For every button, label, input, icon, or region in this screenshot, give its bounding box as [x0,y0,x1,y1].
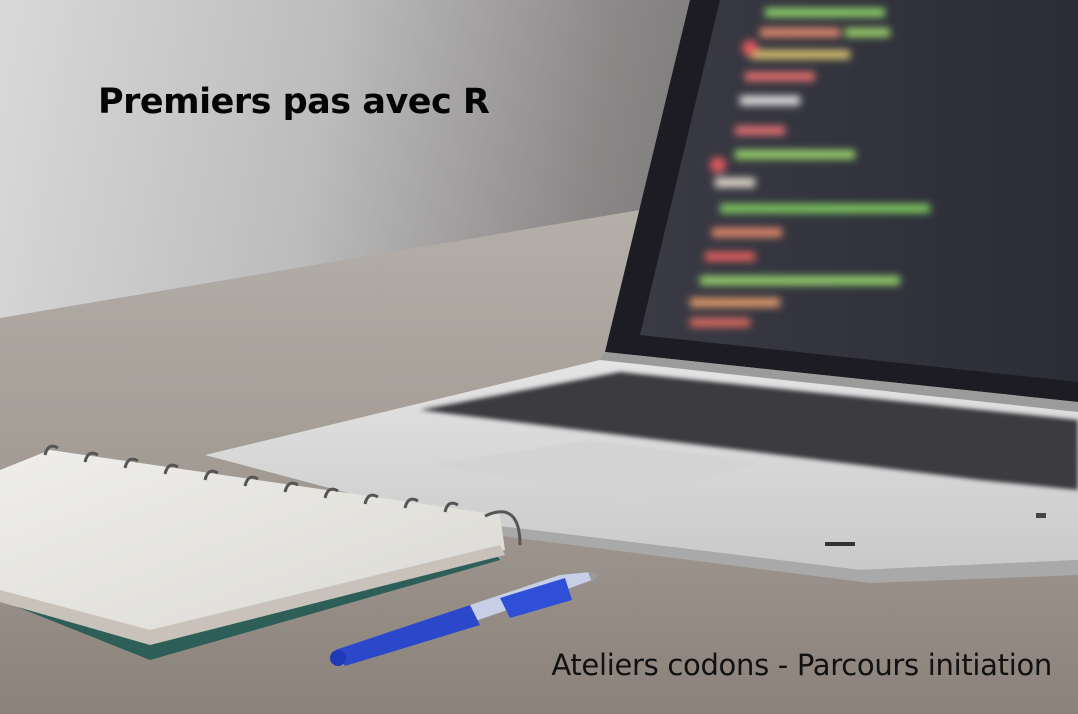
page-subtitle: Ateliers codons - Parcours initiation [551,648,1052,682]
page-title: Premiers pas avec R [98,82,490,122]
cover-image: Premiers pas avec R Ateliers codons - Pa… [0,0,1078,714]
